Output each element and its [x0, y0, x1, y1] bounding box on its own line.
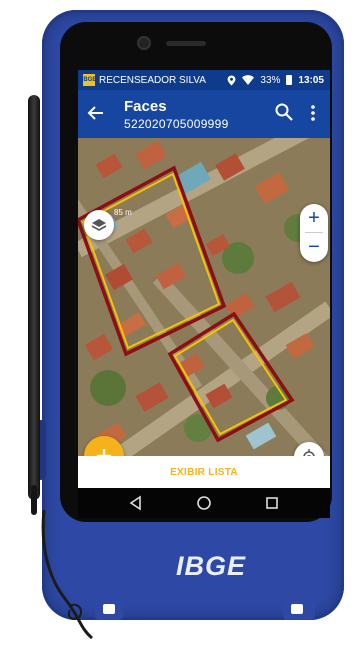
- screen: IBGE RECENSEADOR SILVA 33% 13:05 Faces 5…: [78, 70, 330, 518]
- battery-percent: 33%: [260, 74, 281, 86]
- search-icon[interactable]: [274, 102, 294, 122]
- zoom-out-button[interactable]: −: [300, 233, 328, 261]
- layers-button[interactable]: [84, 210, 114, 240]
- back-arrow-icon[interactable]: [86, 103, 106, 123]
- status-bar: IBGE RECENSEADOR SILVA 33% 13:05: [78, 70, 330, 90]
- clock: 13:05: [298, 74, 324, 86]
- status-indicators: 33% 13:05: [227, 70, 324, 90]
- zoom-in-button[interactable]: +: [300, 204, 328, 232]
- wifi-icon: [242, 75, 255, 85]
- android-nav-bar: [78, 488, 330, 518]
- recents-square-icon[interactable]: [264, 495, 280, 511]
- ibge-app-icon: IBGE: [82, 74, 96, 86]
- show-list-button[interactable]: EXIBIR LISTA: [170, 467, 238, 478]
- map-imagery: [78, 138, 330, 456]
- app-bar: Faces 522020705009999: [78, 90, 330, 138]
- device-bottom-tab-right: [283, 598, 315, 620]
- lanyard-cable: [41, 510, 93, 640]
- home-circle-icon[interactable]: [196, 495, 212, 511]
- earpiece-speaker: [166, 41, 206, 46]
- antenna: [28, 95, 40, 500]
- battery-icon: [286, 75, 293, 85]
- satellite-map[interactable]: 85 m + −: [78, 138, 330, 456]
- status-app-name: RECENSEADOR SILVA: [99, 74, 206, 86]
- layers-icon: [91, 219, 107, 231]
- more-vert-icon[interactable]: [306, 103, 320, 123]
- back-triangle-icon[interactable]: [128, 495, 144, 511]
- page-subtitle: 522020705009999: [124, 117, 229, 131]
- antenna-tip: [31, 485, 37, 515]
- ibge-logo-text: IBGE: [175, 550, 246, 581]
- front-camera: [139, 38, 149, 48]
- my-location-icon: [303, 449, 315, 456]
- location-pin-icon: [228, 75, 236, 85]
- map-scale-label: 85 m: [114, 208, 132, 217]
- list-bar: EXIBIR LISTA: [78, 456, 330, 488]
- zoom-control: + −: [300, 204, 328, 262]
- page-title: Faces: [124, 98, 167, 115]
- ibge-logo: IBGE: [148, 549, 274, 583]
